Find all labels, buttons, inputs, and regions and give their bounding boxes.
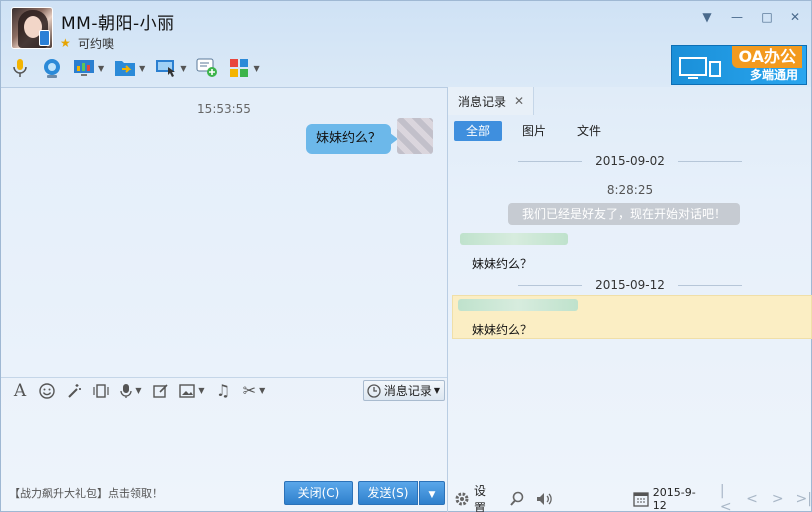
chevron-down-icon[interactable]: ▼ [139, 64, 145, 73]
close-window-button[interactable]: ✕ [785, 9, 805, 25]
dropdown-icon[interactable]: ▼ [697, 9, 717, 25]
contact-status: 可约噢 [78, 37, 115, 51]
screen-share-button[interactable]: ▼ [73, 57, 104, 79]
scissors-icon[interactable]: ✂ ▼ [239, 381, 269, 401]
chevron-down-icon[interactable]: ▼ [180, 64, 186, 73]
video-camera-icon [41, 57, 63, 79]
send-button[interactable]: 发送(S) [358, 481, 418, 505]
history-footer: 设置 2015-9-12 |< < > >| [448, 482, 812, 512]
maximize-button[interactable]: □ [757, 9, 777, 25]
shake-window-icon[interactable] [90, 381, 112, 401]
chat-header: MM-朝阳-小丽 ★ 可约噢 ▼ — □ ✕ ▼ ▼ ▼ ▼ OA办公 多端通用 [1, 1, 811, 87]
microphone-icon [9, 57, 31, 79]
input-toolbar: A ▼ ▼ ♫ ✂ ▼ 消息记录 ▼ [1, 377, 447, 403]
create-discussion-button[interactable] [196, 57, 218, 79]
speaker-icon[interactable] [535, 491, 553, 507]
apps-grid-icon [228, 57, 250, 79]
send-file-button[interactable]: ▼ [114, 57, 145, 79]
clock-icon [367, 383, 381, 398]
add-chat-icon [196, 57, 218, 79]
send-options-button[interactable]: ▼ [419, 481, 445, 505]
screen-share-icon [73, 57, 95, 79]
my-message-bubble[interactable]: 妹妹约么？ [305, 124, 399, 154]
history-panel: 消息记录 ✕ 全部 图片 文件 2015-09-02 8:28:25 我们已经是… [448, 87, 812, 512]
settings-label[interactable]: 设置 [474, 482, 495, 512]
history-filter-bar: 全部 图片 文件 [448, 115, 812, 147]
folder-transfer-icon [114, 57, 136, 79]
tab-label: 消息记录 [458, 94, 507, 109]
system-message: 我们已经是好友了，现在开始对话吧！ [508, 203, 740, 225]
gear-icon[interactable] [454, 491, 470, 507]
sender-name-blurred [460, 233, 568, 245]
devices-icon [679, 57, 721, 79]
oa-ad-banner[interactable]: OA办公 多端通用 [671, 45, 807, 85]
voice-message-icon[interactable]: ▼ [117, 381, 145, 401]
current-date-label[interactable]: 2015-9-12 [653, 486, 702, 512]
previous-page-icon[interactable]: < [746, 491, 758, 507]
message-timestamp: 15:53:55 [197, 102, 251, 116]
last-page-icon[interactable]: >| [796, 491, 812, 507]
date-separator: 2015-09-02 [448, 154, 812, 168]
apps-button[interactable]: ▼ [228, 57, 260, 79]
remote-desktop-icon [155, 57, 177, 79]
filter-files[interactable]: 文件 [565, 121, 613, 141]
contact-name[interactable]: MM-朝阳-小丽 [61, 9, 175, 34]
tab-message-history[interactable]: 消息记录 ✕ [448, 87, 534, 115]
magic-wand-icon[interactable] [63, 381, 85, 401]
close-icon[interactable]: ✕ [514, 94, 524, 108]
date-label: 2015-09-02 [595, 154, 665, 168]
voice-call-button[interactable] [9, 57, 31, 79]
filter-all[interactable]: 全部 [454, 121, 503, 141]
message-history-label: 消息记录 [383, 384, 432, 398]
my-avatar[interactable] [397, 118, 433, 154]
chat-toolbar: ▼ ▼ ▼ ▼ [9, 55, 270, 81]
history-message[interactable]: 妹妹约么？ [472, 321, 532, 338]
calendar-icon[interactable] [633, 491, 649, 507]
date-separator: 2015-09-12 [448, 278, 812, 292]
chevron-down-icon[interactable]: ▼ [98, 64, 104, 73]
history-message[interactable]: 妹妹约么？ [472, 255, 532, 272]
promo-link[interactable]: 【战力飙升大礼包】点击领取！ [9, 485, 163, 501]
sender-name-blurred [458, 299, 578, 311]
close-button[interactable]: 关闭(C) [284, 481, 353, 505]
chat-message-area[interactable]: 15:53:55 妹妹约么？ [1, 87, 447, 377]
ad-title: OA办公 [732, 46, 802, 68]
contact-avatar[interactable] [11, 7, 53, 49]
chevron-down-icon[interactable]: ▼ [253, 64, 259, 73]
first-page-icon[interactable]: |< [720, 483, 734, 512]
chevron-down-icon: ▼ [428, 490, 436, 500]
filter-images[interactable]: 图片 [510, 121, 558, 141]
chevron-down-icon: ▼ [433, 386, 440, 395]
system-timestamp: 8:28:25 [606, 183, 654, 197]
search-icon[interactable] [509, 491, 525, 507]
image-icon[interactable]: ▼ [177, 381, 207, 401]
emoji-icon[interactable] [36, 381, 58, 401]
edit-icon[interactable] [150, 381, 172, 401]
next-page-icon[interactable]: > [772, 491, 784, 507]
star-icon: ★ [60, 36, 71, 50]
music-icon[interactable]: ♫ [212, 381, 234, 401]
video-call-button[interactable] [41, 57, 63, 79]
font-icon[interactable]: A [9, 381, 31, 401]
date-label: 2015-09-12 [595, 278, 665, 292]
ad-subtitle: 多端通用 [749, 68, 798, 82]
message-input[interactable] [1, 403, 447, 479]
remote-assist-button[interactable]: ▼ [155, 57, 186, 79]
minimize-button[interactable]: — [727, 9, 747, 25]
chat-window: MM-朝阳-小丽 ★ 可约噢 ▼ — □ ✕ ▼ ▼ ▼ ▼ OA办公 多端通用… [0, 0, 812, 512]
message-history-button[interactable]: 消息记录 ▼ [362, 380, 445, 401]
